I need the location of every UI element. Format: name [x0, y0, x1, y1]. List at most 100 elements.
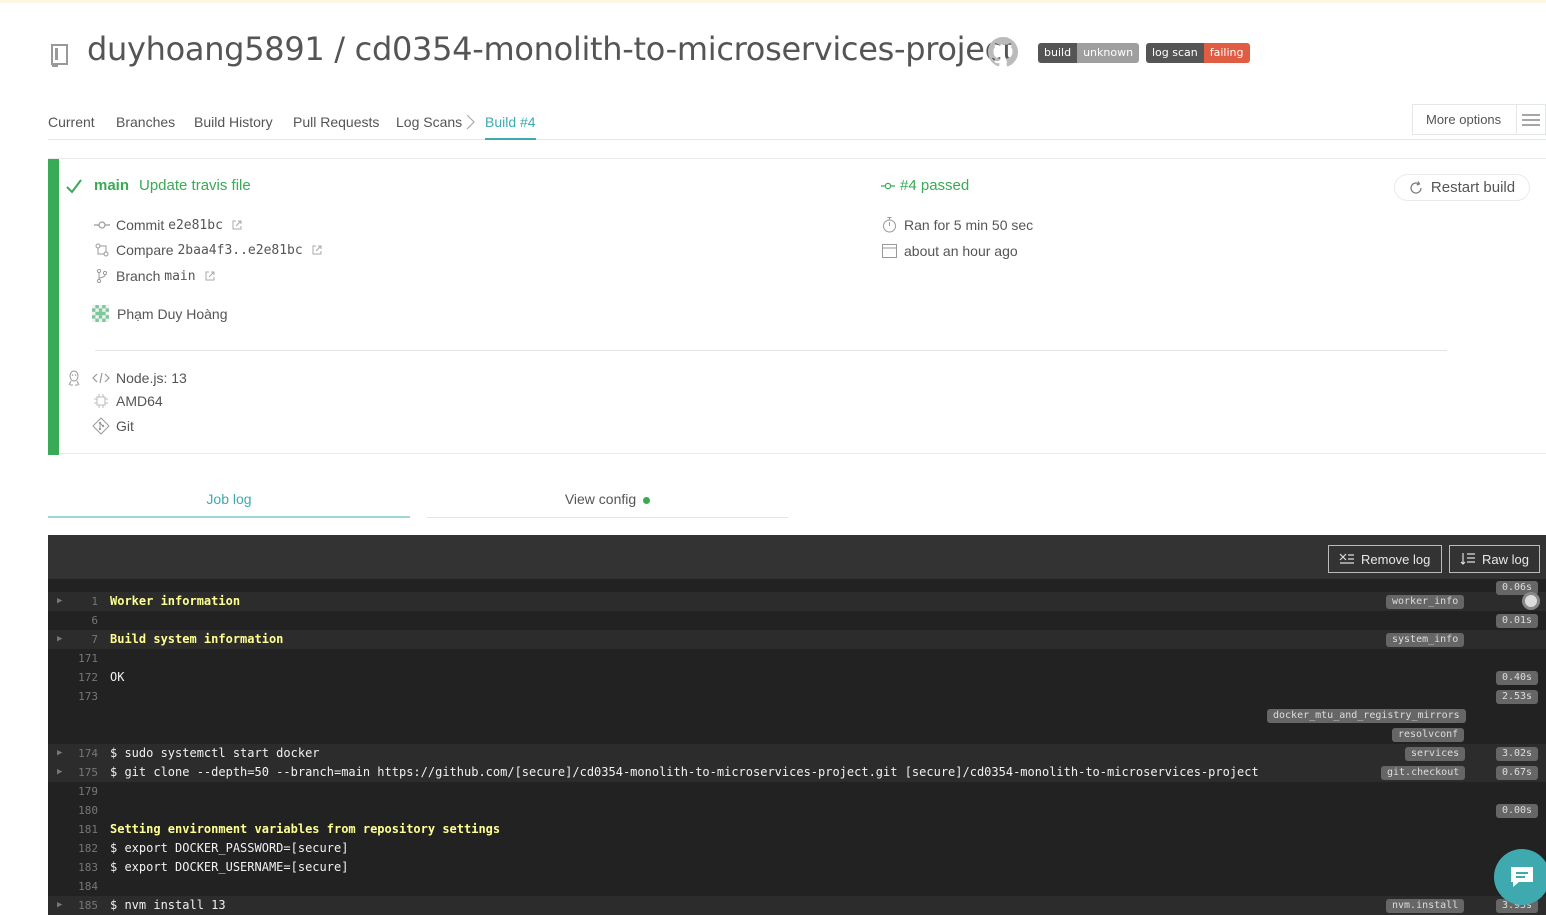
remove-log-button[interactable]: Remove log: [1328, 545, 1442, 573]
log-line: 182 $ export DOCKER_PASSWORD=[secure]: [48, 839, 1546, 858]
log-line[interactable]: ▶ 174 $ sudo systemctl start docker: [48, 744, 1546, 763]
raw-log-button[interactable]: Raw log: [1449, 545, 1540, 573]
repo-title: duyhoang5891 / cd0354-monolith-to-micros…: [87, 30, 1015, 68]
line-number[interactable]: 180: [64, 801, 98, 820]
repo-owner-link[interactable]: duyhoang5891: [87, 30, 325, 68]
repo-name-link[interactable]: cd0354-monolith-to-microservices-project: [355, 30, 1015, 68]
tab-view-config[interactable]: View config: [427, 491, 788, 518]
card-divider: [95, 350, 1447, 351]
env-arch: AMD64: [92, 392, 163, 410]
menu-icon: [1516, 105, 1545, 134]
tab-build-4[interactable]: Build #4: [485, 114, 536, 140]
remove-log-icon: [1339, 553, 1354, 564]
log-scan-badge[interactable]: log scan failing: [1146, 43, 1250, 63]
fold-tag: git.checkout: [1381, 766, 1466, 780]
avatar: [92, 305, 109, 322]
build-number-status[interactable]: #4 passed: [881, 177, 969, 194]
build-number-label: #4 passed: [900, 177, 970, 194]
raw-log-icon: [1460, 553, 1475, 565]
log-scroll-handle[interactable]: [1522, 592, 1540, 610]
line-text: $ sudo systemctl start docker: [110, 746, 320, 760]
line-text: $ export DOCKER_USERNAME=[secure]: [110, 860, 349, 874]
raw-log-label: Raw log: [1482, 551, 1529, 567]
fold-arrow-icon: ▶: [57, 596, 63, 606]
commit-link[interactable]: Commit e2e81bc: [94, 217, 243, 233]
line-number[interactable]: 174: [64, 744, 98, 763]
chat-icon: [1511, 867, 1533, 887]
log-line: 6: [48, 611, 1546, 630]
line-number[interactable]: 185: [64, 896, 98, 915]
tab-build-history[interactable]: Build History: [194, 114, 273, 130]
badge-value: failing: [1203, 43, 1250, 63]
line-text: Setting environment variables from repos…: [110, 822, 501, 836]
branch-label: Branch: [116, 268, 161, 284]
duration-badge: 0.67s: [1496, 766, 1538, 780]
line-text: $ git clone --depth=50 --branch=main htt…: [110, 765, 1259, 779]
fold-arrow-icon: ▶: [57, 634, 63, 644]
chat-support-button[interactable]: [1494, 849, 1546, 905]
external-link-icon: [205, 271, 215, 281]
stopwatch-icon: [883, 217, 896, 233]
badge-key: build: [1038, 43, 1078, 63]
restart-build-button[interactable]: Restart build: [1394, 174, 1530, 201]
env-language: Node.js: 13: [92, 369, 187, 387]
log-line[interactable]: ▶ 185 $ nvm install 13: [48, 896, 1546, 915]
tab-job-log[interactable]: Job log: [48, 491, 410, 518]
build-finished: about an hour ago: [881, 242, 1018, 259]
line-number[interactable]: 175: [64, 763, 98, 782]
tab-branches[interactable]: Branches: [116, 114, 175, 130]
commit-icon: [881, 182, 895, 189]
vcs-label: Git: [116, 418, 134, 434]
log-line[interactable]: ▶ 7 Build system information: [48, 630, 1546, 649]
log-line: 184: [48, 877, 1546, 896]
github-icon[interactable]: [988, 37, 1018, 67]
language-label: Node.js: 13: [116, 370, 187, 386]
arch-label: AMD64: [116, 393, 163, 409]
view-config-label: View config: [564, 491, 637, 507]
duration-badge: 3.02s: [1496, 747, 1538, 761]
line-number[interactable]: 172: [64, 668, 98, 687]
line-number[interactable]: 179: [64, 782, 98, 801]
env-vcs: Git: [92, 417, 134, 435]
checkmark-icon: [66, 179, 82, 194]
log-line[interactable]: ▶ 175 $ git clone --depth=50 --branch=main…: [48, 763, 1546, 782]
commit-label: Commit: [116, 217, 165, 233]
branch-link[interactable]: Branch main: [94, 268, 216, 284]
build-status-badge[interactable]: build unknown: [1038, 43, 1140, 63]
compare-icon: [94, 242, 110, 258]
commit-author: Phạm Duy Hoàng: [92, 305, 228, 322]
line-number[interactable]: 6: [64, 611, 98, 630]
line-number[interactable]: 183: [64, 858, 98, 877]
build-status-bar: [48, 159, 59, 455]
line-number[interactable]: 173: [64, 687, 98, 706]
branch-icon: [94, 268, 110, 284]
commit-sha: e2e81bc: [168, 217, 223, 233]
tab-pull-requests[interactable]: Pull Requests: [293, 114, 379, 130]
fold-arrow-icon: ▶: [57, 767, 63, 777]
line-number[interactable]: 181: [64, 820, 98, 839]
calendar-icon: [882, 244, 897, 258]
finished-label: about an hour ago: [904, 242, 1018, 259]
line-number[interactable]: 182: [64, 839, 98, 858]
repo-icon: [51, 44, 68, 67]
tab-current[interactable]: Current: [48, 114, 95, 130]
line-text: OK: [110, 670, 125, 684]
build-summary-card: main Update travis file Commit e2e81bc C…: [48, 158, 1546, 455]
code-icon: [92, 369, 110, 387]
line-number[interactable]: 1: [64, 592, 98, 611]
line-number[interactable]: 7: [64, 630, 98, 649]
repo-title-separator: /: [324, 30, 355, 68]
fold-arrow-icon: ▶: [57, 748, 63, 758]
fold-tag: resolvconf: [1392, 728, 1465, 742]
duration-badge: 0.00s: [1496, 804, 1538, 818]
line-number[interactable]: 171: [64, 649, 98, 668]
log-line[interactable]: ▶ 1 Worker information: [48, 592, 1546, 611]
log-line: 171: [48, 649, 1546, 668]
line-number[interactable]: 184: [64, 877, 98, 896]
fold-arrow-icon: ▶: [57, 900, 63, 910]
compare-link[interactable]: Compare 2baa4f3..e2e81bc: [94, 242, 323, 258]
more-options-button[interactable]: More options: [1412, 104, 1546, 135]
tab-log-scans[interactable]: Log Scans: [396, 114, 462, 130]
fold-tag: nvm.install: [1386, 899, 1465, 913]
log-toolbar: Remove log Raw log: [48, 535, 1546, 579]
